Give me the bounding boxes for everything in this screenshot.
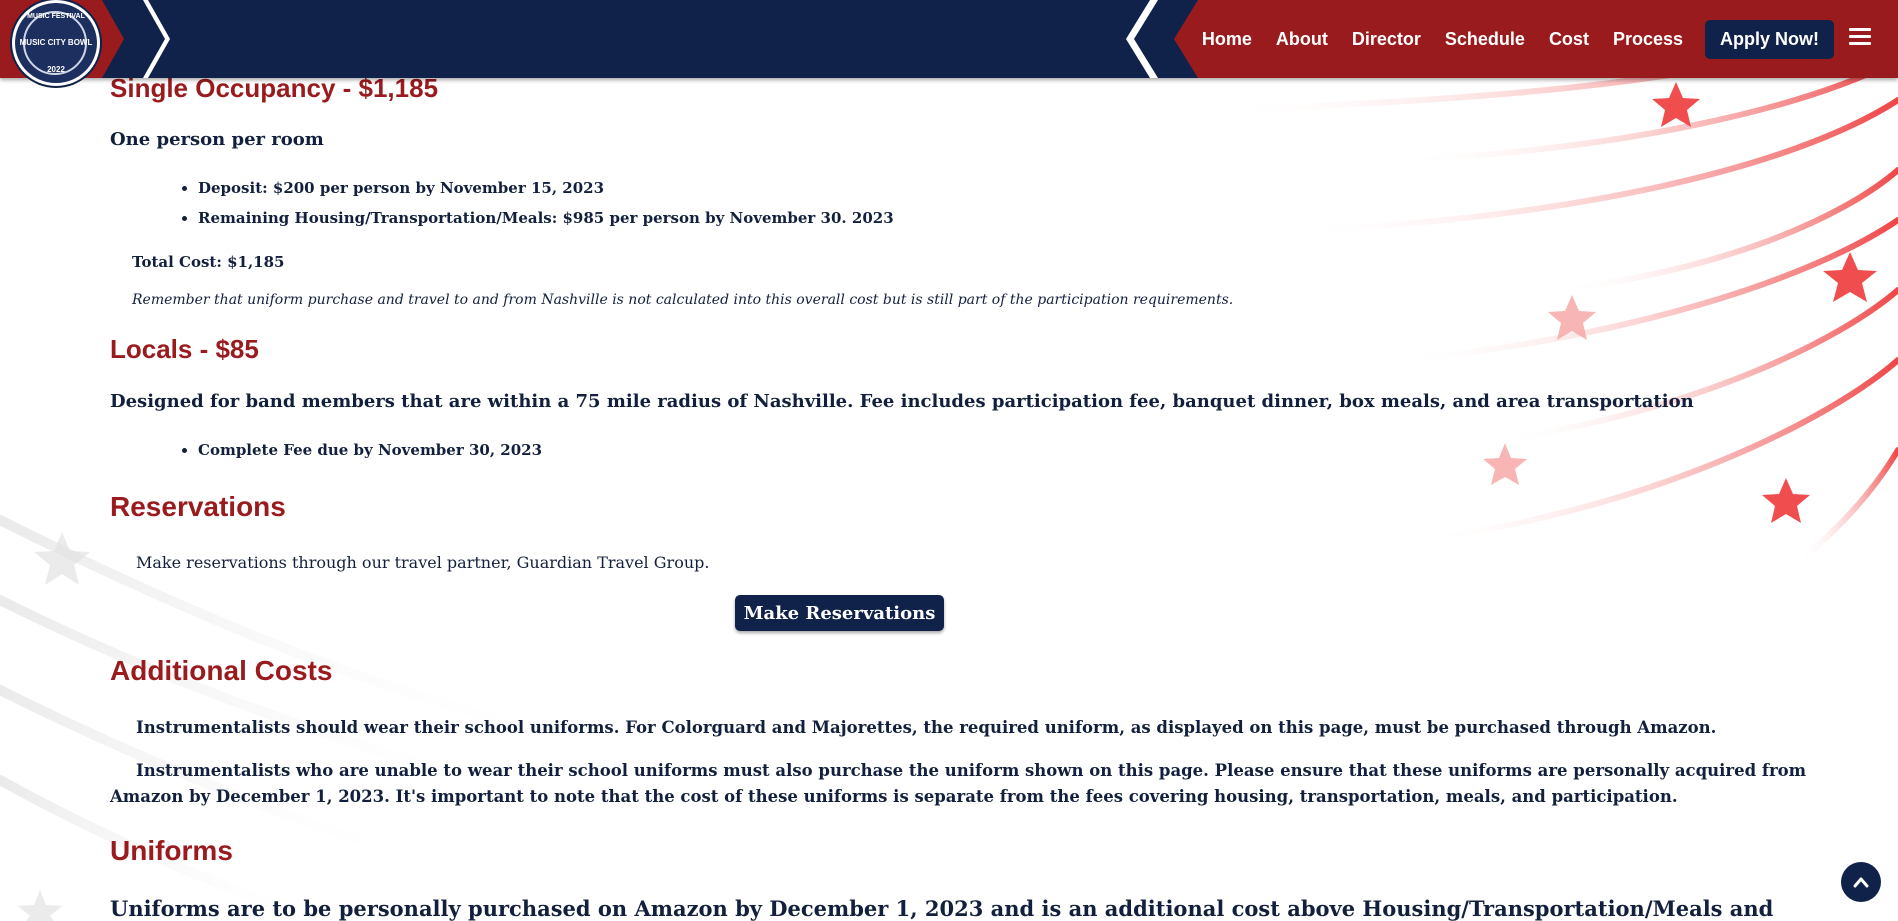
- additional-costs-heading: Additional Costs: [110, 655, 333, 686]
- additional-costs-paragraph-2-line-1: Instrumentalists who are unable to wear …: [136, 761, 1807, 780]
- chevron-up-icon: [1853, 877, 1869, 888]
- logo-center-text: MUSIC CITY BOWL: [19, 38, 93, 47]
- single-occupancy-bullets: Deposit: $200 per person by November 15,…: [110, 179, 894, 227]
- locals-description: Designed for band members that are withi…: [110, 391, 1694, 412]
- additional-costs-paragraph-1: Instrumentalists should wear their schoo…: [136, 718, 1717, 737]
- list-item: Remaining Housing/Transportation/Meals: …: [198, 209, 894, 227]
- make-reservations-button[interactable]: Make Reservations: [735, 595, 944, 631]
- main-nav: Home About Director Schedule Cost Proces…: [1202, 0, 1834, 78]
- scroll-to-top-button[interactable]: [1841, 862, 1881, 902]
- reservations-heading: Reservations: [110, 491, 286, 522]
- list-item: Deposit: $200 per person by November 15,…: [198, 179, 894, 197]
- festival-logo[interactable]: MUSIC FESTIVAL MUSIC CITY BOWL 2022: [12, 0, 100, 86]
- nav-about-link[interactable]: About: [1276, 29, 1328, 50]
- nav-home-link[interactable]: Home: [1202, 29, 1252, 50]
- nav-schedule-link[interactable]: Schedule: [1445, 29, 1525, 50]
- locals-heading: Locals - $85: [110, 334, 259, 364]
- uniforms-text: Uniforms are to be personally purchased …: [110, 896, 1774, 921]
- single-total-cost: Total Cost: $1,185: [132, 253, 285, 271]
- reservations-text: Make reservations through our travel par…: [136, 553, 710, 572]
- logo-year-text: 2022: [47, 65, 65, 74]
- uniforms-heading: Uniforms: [110, 835, 233, 866]
- apply-now-button[interactable]: Apply Now!: [1705, 19, 1834, 59]
- nav-cost-link[interactable]: Cost: [1549, 29, 1589, 50]
- locals-bullets: Complete Fee due by November 30, 2023: [110, 441, 542, 459]
- logo-top-text: MUSIC FESTIVAL: [27, 13, 85, 20]
- nav-director-link[interactable]: Director: [1352, 29, 1421, 50]
- additional-costs-paragraph-2-line-2: Amazon by December 1, 2023. It's importa…: [110, 787, 1678, 806]
- nav-process-link[interactable]: Process: [1613, 29, 1683, 50]
- single-occupancy-subtitle: One person per room: [110, 129, 324, 150]
- hamburger-menu-icon[interactable]: [1849, 28, 1871, 48]
- top-navigation-bar: MUSIC FESTIVAL MUSIC CITY BOWL 2022 Home…: [0, 0, 1898, 86]
- single-cost-note: Remember that uniform purchase and trave…: [132, 292, 1234, 308]
- list-item: Complete Fee due by November 30, 2023: [198, 441, 542, 459]
